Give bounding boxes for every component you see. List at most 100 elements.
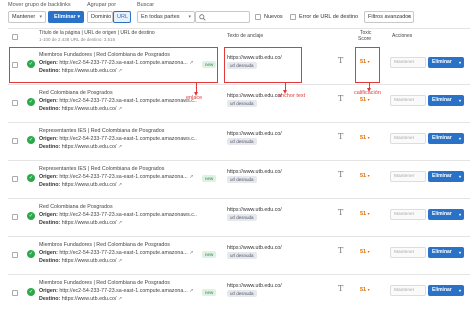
source-label: Origen: (39, 288, 58, 294)
chevron-down-icon: ▾ (367, 97, 370, 102)
toxic-score[interactable]: 51 ▾ (360, 211, 370, 217)
keep-button[interactable]: Mantener (390, 209, 426, 220)
source-url-text: http://ec2-54-233-77-23.sa-east-1.comput… (59, 174, 188, 180)
row-checkbox[interactable] (12, 214, 18, 220)
delete-row-button[interactable]: Eliminar ▾ (428, 57, 464, 68)
page-title[interactable]: Representantes IES | Red Colombiana de P… (39, 128, 201, 134)
chevron-down-icon: ▾ (407, 14, 410, 20)
col-score-2[interactable]: Score (358, 36, 371, 42)
external-link-icon[interactable]: ↗ (118, 220, 122, 226)
page-title[interactable]: Representantes IES | Red Colombiana de P… (39, 166, 201, 172)
toxic-score-value: 51 (360, 173, 367, 179)
keep-button[interactable]: Mantener (390, 285, 426, 296)
external-link-icon[interactable]: ↗ (118, 296, 122, 302)
anchor-type-tag: url desnuda (227, 214, 257, 221)
delete-row-button[interactable]: Eliminar ▾ (428, 285, 464, 296)
filters-button[interactable]: Filtros avanzados ▾ (364, 11, 414, 23)
keep-button[interactable]: Mantener (390, 247, 426, 258)
col-title-sub: 1-100 de 2.438 URL de destino: 3.516 (39, 37, 116, 42)
score-highlight-box (355, 47, 380, 83)
source-url[interactable]: Origen: http://ec2-54-233-77-23.sa-east-… (39, 136, 197, 142)
target-label: Destino: (39, 258, 61, 264)
delete-row-button[interactable]: Eliminar ▾ (428, 247, 464, 258)
target-url[interactable]: Destino: https://www.utb.edu.co/ ↗ (39, 182, 197, 188)
text-type-icon: T (338, 56, 344, 65)
search-input[interactable] (195, 11, 250, 23)
chevron-down-icon: ▾ (458, 212, 461, 217)
toxic-score[interactable]: 51 ▾ (360, 249, 370, 255)
group-domain-button[interactable]: Dominio (87, 11, 113, 23)
delete-row-button[interactable]: Eliminar ▾ (428, 133, 464, 144)
col-actions: Acciones (392, 33, 413, 39)
keep-button[interactable]: Mantener (390, 133, 426, 144)
table-row: ✓ Miembros Fundadores | Red Colombiana de… (8, 237, 470, 275)
external-link-icon[interactable]: ↗ (118, 106, 122, 112)
target-url-text: https://www.utb.edu.co/ (61, 106, 117, 112)
target-url[interactable]: Destino: https://www.utb.edu.co/ ↗ (39, 144, 197, 150)
toxic-score[interactable]: 51 ▾ (360, 97, 370, 103)
check-circle-icon: ✓ (27, 98, 35, 106)
text-type-icon: T (338, 284, 344, 293)
page-title[interactable]: Red Colombiana de Posgrados (39, 204, 201, 210)
delete-row-button[interactable]: Eliminar ▾ (428, 95, 464, 106)
table-row: ✓ Representantes IES | Red Colombiana de … (8, 123, 470, 161)
col-anchor[interactable]: Texto de anclaje (227, 33, 263, 39)
delete-row-label: Eliminar (432, 59, 452, 65)
toxic-score[interactable]: 51 ▾ (360, 173, 370, 179)
target-url[interactable]: Destino: https://www.utb.edu.co/ ↗ (39, 258, 197, 264)
external-link-icon[interactable]: ↗ (189, 174, 193, 180)
page-title[interactable]: Red Colombiana de Posgrados (39, 90, 201, 96)
row-checkbox[interactable] (12, 290, 18, 296)
col-title[interactable]: Título de la página | URL de origen | UR… (39, 30, 155, 36)
delete-button[interactable]: Eliminar ▾ (48, 11, 84, 23)
page-title[interactable]: Miembros Fundadores | Red Colombiana de … (39, 280, 201, 286)
target-url[interactable]: Destino: https://www.utb.edu.co/ ↗ (39, 296, 197, 302)
delete-row-label: Eliminar (432, 135, 452, 141)
keep-button[interactable]: Mantener (390, 171, 426, 182)
keep-button[interactable]: Mantener (390, 95, 426, 106)
source-url[interactable]: Origen: http://ec2-54-233-77-23.sa-east-… (39, 98, 197, 104)
scope-select[interactable]: En todas partes ▾ (137, 11, 195, 23)
page-title[interactable]: Miembros Fundadores | Red Colombiana de … (39, 242, 201, 248)
new-badge: new (202, 251, 217, 258)
divider (8, 28, 470, 29)
new-checkbox[interactable] (255, 14, 261, 20)
new-badge: new (202, 289, 217, 296)
row-checkbox[interactable] (12, 176, 18, 182)
source-url[interactable]: Origen: http://ec2-54-233-77-23.sa-east-… (39, 288, 197, 294)
external-link-icon[interactable]: ↗ (189, 250, 193, 256)
text-type-icon: T (338, 132, 344, 141)
external-link-icon[interactable]: ↗ (118, 144, 122, 150)
keep-select[interactable]: Mantener ▾ (8, 11, 46, 23)
table-header: Título de la página | URL de origen | UR… (8, 30, 470, 46)
row-checkbox[interactable] (12, 100, 18, 106)
source-url[interactable]: Origen: http://ec2-54-233-77-23.sa-east-… (39, 212, 197, 218)
chevron-down-icon: ▾ (458, 250, 461, 255)
target-url[interactable]: Destino: https://www.utb.edu.co/ ↗ (39, 220, 197, 226)
external-link-icon[interactable]: ↗ (189, 288, 193, 294)
chevron-down-icon: ▾ (458, 174, 461, 179)
row-checkbox[interactable] (12, 252, 18, 258)
external-link-icon[interactable]: ↗ (118, 258, 122, 264)
chevron-down-icon: ▾ (188, 14, 191, 20)
toxic-score[interactable]: 51 ▾ (360, 135, 370, 141)
source-url[interactable]: Origen: http://ec2-54-233-77-23.sa-east-… (39, 174, 197, 180)
select-all-checkbox[interactable] (12, 34, 18, 40)
delete-row-button[interactable]: Eliminar ▾ (428, 171, 464, 182)
keep-button[interactable]: Mantener (390, 57, 426, 68)
error-checkbox[interactable] (290, 14, 296, 20)
error-label: Error de URL de destino (299, 14, 359, 20)
toxic-score[interactable]: 51 ▾ (360, 287, 370, 293)
target-url[interactable]: Destino: https://www.utb.edu.co/ ↗ (39, 106, 197, 112)
target-url-text: https://www.utb.edu.co/ (61, 296, 117, 302)
link-annotation: enlace (186, 95, 203, 101)
external-link-icon[interactable]: ↗ (118, 182, 122, 188)
delete-row-button[interactable]: Eliminar ▾ (428, 209, 464, 220)
row-checkbox[interactable] (12, 138, 18, 144)
anchor-type-tag: url desnuda (227, 176, 257, 183)
group-url-button[interactable]: URL (113, 11, 131, 23)
keep-button-label: Mantener (394, 288, 415, 293)
chevron-down-icon: ▾ (458, 136, 461, 141)
delete-row-label: Eliminar (432, 97, 452, 103)
source-url[interactable]: Origen: http://ec2-54-233-77-23.sa-east-… (39, 250, 197, 256)
